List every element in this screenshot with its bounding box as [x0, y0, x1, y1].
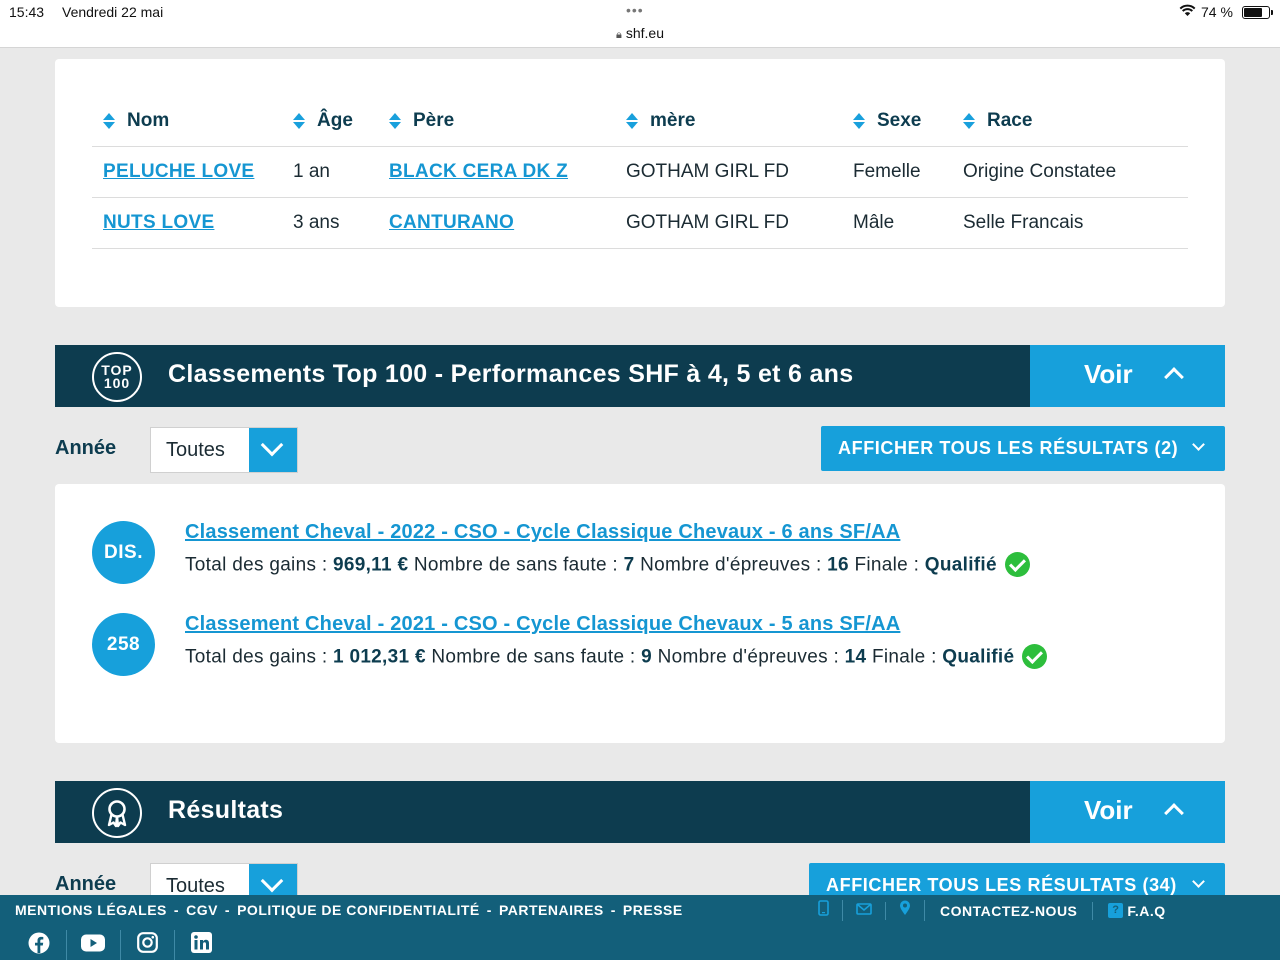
- sex-cell: Mâle: [853, 212, 895, 233]
- chevron-down-icon: [1192, 438, 1205, 451]
- ranking-stats: Total des gains : 969,11 € Nombre de san…: [185, 552, 1030, 578]
- more-dots-icon[interactable]: •••: [626, 2, 644, 18]
- rank-badge: 258: [92, 613, 155, 676]
- age-cell: 3 ans: [293, 212, 340, 233]
- footer-separator: -: [610, 902, 616, 918]
- youtube-icon[interactable]: [81, 930, 106, 955]
- col-header-race[interactable]: Race: [963, 110, 1188, 132]
- chevron-up-icon: [1164, 803, 1184, 823]
- col-header-nom[interactable]: Nom: [92, 110, 293, 132]
- year-filter-label: Année: [55, 873, 117, 895]
- contact-link[interactable]: CONTACTEZ-NOUS: [925, 901, 1094, 920]
- offspring-table: Nom Âge Père mère Sexe Race PELUCHE LOVE…: [92, 95, 1188, 249]
- sire-link[interactable]: CANTURANO: [389, 212, 514, 233]
- wifi-icon: [1178, 3, 1197, 20]
- question-icon: ?: [1108, 903, 1124, 918]
- dam-cell: GOTHAM GIRL FD: [626, 161, 789, 182]
- facebook-icon[interactable]: [27, 930, 52, 955]
- year-filter-label: Année: [55, 437, 117, 459]
- top100-title: Classements Top 100 - Performances SHF à…: [168, 360, 854, 388]
- footer-contact-bar: CONTACTEZ-NOUS ? F.A.Q: [818, 900, 1166, 921]
- footer-link-partners[interactable]: PARTENAIRES: [499, 902, 604, 918]
- horse-name-link[interactable]: PELUCHE LOVE: [103, 161, 254, 182]
- sort-icon[interactable]: [626, 112, 638, 129]
- check-icon: [1004, 552, 1030, 577]
- sire-link[interactable]: BLACK CERA DK Z: [389, 161, 568, 182]
- linkedin-icon[interactable]: [189, 930, 214, 955]
- faq-link[interactable]: ? F.A.Q: [1093, 902, 1165, 920]
- battery-icon: [1242, 6, 1270, 19]
- battery-percent: 74 %: [1201, 4, 1233, 20]
- chevron-down-icon: [260, 433, 284, 457]
- status-date: Vendredi 22 mai: [62, 4, 164, 20]
- top100-icon: TOP 100: [92, 352, 142, 402]
- col-header-pere[interactable]: Père: [389, 110, 626, 132]
- col-header-mere[interactable]: mère: [626, 110, 853, 132]
- resultats-title: Résultats: [168, 796, 284, 824]
- breed-cell: Origine Constatee: [963, 161, 1117, 182]
- url-text: shf.eu: [625, 25, 664, 41]
- rank-badge: DIS.: [92, 521, 155, 584]
- map-pin-icon[interactable]: [886, 900, 925, 921]
- list-item: 258 Classement Cheval - 2021 - CSO - Cyc…: [92, 613, 1192, 683]
- lock-icon: 🔒︎: [616, 29, 622, 41]
- age-cell: 1 an: [293, 161, 330, 182]
- show-all-results-button[interactable]: AFFICHER TOUS LES RÉSULTATS (2): [821, 426, 1225, 471]
- col-header-age[interactable]: Âge: [293, 110, 389, 132]
- resultats-toggle-button[interactable]: Voir: [1030, 781, 1225, 843]
- chevron-up-icon: [1164, 367, 1184, 387]
- dam-cell: GOTHAM GIRL FD: [626, 212, 789, 233]
- sort-icon[interactable]: [853, 112, 865, 129]
- mail-icon[interactable]: [843, 901, 886, 920]
- breed-cell: Selle Francais: [963, 212, 1084, 233]
- social-links: [27, 930, 238, 960]
- top100-section-header: TOP 100 Classements Top 100 - Performance…: [55, 345, 1225, 407]
- year-select-value: Toutes: [166, 439, 225, 461]
- ranking-link[interactable]: Classement Cheval - 2022 - CSO - Cycle C…: [185, 521, 900, 544]
- status-time: 15:43: [9, 4, 45, 20]
- sort-icon[interactable]: [293, 112, 305, 129]
- offspring-card: Nom Âge Père mère Sexe Race PELUCHE LOVE…: [55, 59, 1225, 307]
- resultats-section-header: Résultats Voir: [55, 781, 1225, 843]
- ranking-link[interactable]: Classement Cheval - 2021 - CSO - Cycle C…: [185, 613, 900, 636]
- sort-icon[interactable]: [103, 112, 115, 129]
- year-select-button[interactable]: [249, 428, 297, 472]
- top100-toggle-button[interactable]: Voir: [1030, 345, 1225, 407]
- instagram-icon[interactable]: [135, 930, 160, 955]
- year-select[interactable]: Toutes: [150, 427, 298, 473]
- horse-name-link[interactable]: NUTS LOVE: [103, 212, 214, 233]
- toggle-label: Voir: [1084, 359, 1133, 389]
- list-item: DIS. Classement Cheval - 2022 - CSO - Cy…: [92, 521, 1192, 591]
- chevron-down-icon: [1192, 875, 1205, 888]
- sort-icon[interactable]: [963, 112, 975, 129]
- footer-separator: -: [173, 902, 180, 918]
- footer-separator: -: [224, 902, 231, 918]
- col-header-sexe[interactable]: Sexe: [853, 110, 963, 132]
- footer-separator: -: [486, 902, 492, 918]
- address-bar[interactable]: 🔒︎ shf.eu: [0, 25, 1280, 42]
- award-ribbon-icon: [92, 788, 142, 838]
- chevron-down-icon: [260, 869, 284, 893]
- table-row: NUTS LOVE 3 ans CANTURANO GOTHAM GIRL FD…: [92, 198, 1188, 249]
- footer-link-cgv[interactable]: CGV: [186, 902, 218, 918]
- table-header: Nom Âge Père mère Sexe Race: [92, 95, 1188, 147]
- ranking-stats: Total des gains : 1 012,31 € Nombre de s…: [185, 644, 1048, 670]
- top100-results-card: DIS. Classement Cheval - 2022 - CSO - Cy…: [55, 484, 1225, 743]
- sex-cell: Femelle: [853, 161, 921, 182]
- site-footer: MENTIONS LÉGALES - CGV - POLITIQUE DE CO…: [0, 895, 1280, 960]
- table-row: PELUCHE LOVE 1 an BLACK CERA DK Z GOTHAM…: [92, 147, 1188, 198]
- toggle-label: Voir: [1084, 795, 1133, 825]
- sort-icon[interactable]: [389, 112, 401, 129]
- ios-status-bar: 15:43 Vendredi 22 mai ••• 🔒︎ shf.eu 74 %: [0, 0, 1280, 48]
- check-icon: [1022, 644, 1048, 669]
- footer-link-press[interactable]: PRESSE: [623, 902, 683, 918]
- footer-link-mentions[interactable]: MENTIONS LÉGALES: [15, 902, 167, 918]
- footer-links: MENTIONS LÉGALES - CGV - POLITIQUE DE CO…: [15, 902, 690, 918]
- phone-icon[interactable]: [818, 900, 843, 921]
- footer-link-privacy[interactable]: POLITIQUE DE CONFIDENTIALITÉ: [237, 902, 480, 918]
